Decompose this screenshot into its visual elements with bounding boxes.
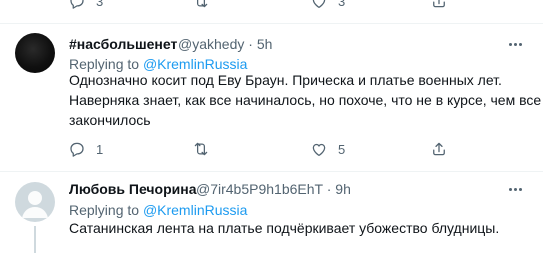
- heart-icon: [312, 143, 326, 157]
- thread-line: [34, 226, 36, 253]
- handle-text[interactable]: @7ir4b5P9h1b6EhT: [196, 181, 323, 197]
- separator: ·: [326, 181, 332, 197]
- tweet-text: Сатанинская лента на платье подчёркивает…: [69, 218, 499, 238]
- mention-link[interactable]: @KremlinRussia: [143, 202, 247, 218]
- reply-button[interactable]: [66, 0, 88, 12]
- separator: ·: [248, 36, 253, 52]
- divider: [0, 23, 543, 24]
- avatar[interactable]: [15, 182, 55, 222]
- replying-to: Replying to @KremlinRussia: [69, 201, 247, 219]
- user-handle[interactable]: @7ir4b5P9h1b6EhT · 9h: [196, 180, 351, 198]
- reply-icon: [70, 142, 84, 157]
- share-icon: [433, 0, 445, 8]
- like-count: 5: [338, 142, 346, 157]
- handle-text[interactable]: @yakhedy: [178, 36, 244, 52]
- retweet-icon: [196, 0, 208, 8]
- tweet-text: Однозначно косит под Еву Браун. Прическа…: [69, 70, 541, 130]
- like-count: 3: [338, 0, 346, 9]
- divider: [0, 171, 543, 172]
- default-avatar-icon: [22, 191, 48, 218]
- more-icon: [508, 42, 512, 46]
- retweet-icon: [194, 142, 208, 156]
- share-button[interactable]: [428, 138, 450, 160]
- reply-count: 3: [96, 0, 104, 9]
- reply-icon: [70, 0, 84, 9]
- like-button[interactable]: [308, 138, 330, 160]
- share-button[interactable]: [428, 0, 450, 12]
- avatar[interactable]: [15, 33, 55, 73]
- reply-count: 1: [96, 142, 104, 157]
- tweet-text-line: закончилось: [69, 112, 151, 128]
- tweet-text-line: Наверняка знает, как все начиналось, но …: [69, 92, 542, 108]
- display-name[interactable]: #насбольшенет: [69, 35, 177, 53]
- heart-icon: [312, 0, 326, 9]
- tweet-text-line: Сатанинская лента на платье подчёркивает…: [69, 220, 500, 236]
- more-icon: [508, 187, 512, 191]
- timestamp[interactable]: 5h: [257, 36, 273, 52]
- more-button[interactable]: [505, 36, 525, 52]
- more-button[interactable]: [505, 181, 525, 197]
- user-handle[interactable]: @yakhedy · 5h: [178, 35, 272, 53]
- retweet-button[interactable]: [190, 0, 212, 12]
- timestamp[interactable]: 9h: [335, 181, 351, 197]
- tweet-text-line: Однозначно косит под Еву Браун. Прическа…: [69, 72, 502, 88]
- retweet-button[interactable]: [190, 138, 212, 160]
- like-button[interactable]: [308, 0, 330, 12]
- reply-button[interactable]: [66, 138, 88, 160]
- replying-prefix: Replying to: [69, 202, 140, 218]
- share-icon: [433, 142, 445, 156]
- display-name[interactable]: Любовь Печорина: [69, 180, 196, 198]
